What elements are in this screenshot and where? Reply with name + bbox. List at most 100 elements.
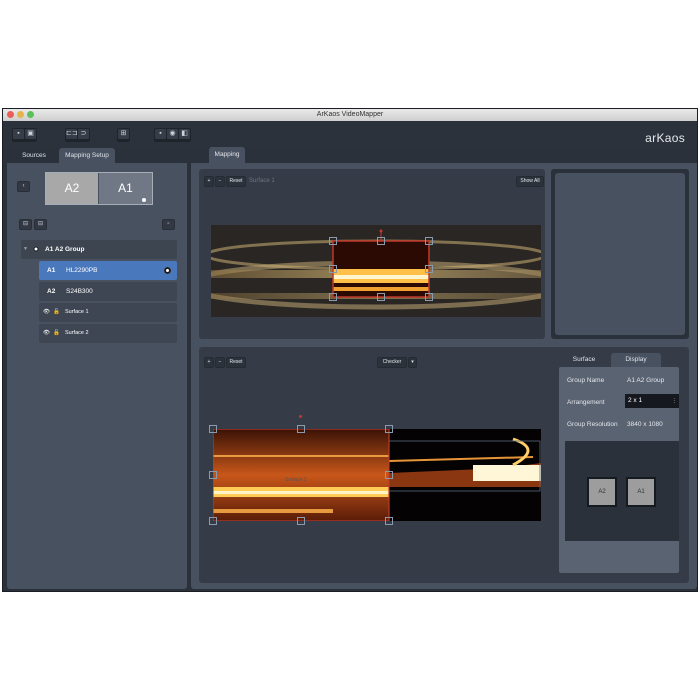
resolution-label: Group Resolution [567,421,618,428]
tree-group-row[interactable]: ▼ A1 A2 Group [21,240,177,259]
preview-display-a2[interactable]: A2 [587,477,617,507]
display-properties: Group Name A1 A2 Group Arrangement 2 x 1… [559,367,679,573]
display-id: A2 [47,288,56,295]
stepper-icon[interactable]: ⋮ [672,394,677,408]
zoom-out-button[interactable]: − [215,357,225,368]
edge-handle[interactable] [377,237,385,245]
zoom-out-button[interactable]: − [215,176,225,187]
edge-handle[interactable] [377,293,385,301]
unlink-icon[interactable]: ⊃ [78,129,89,139]
surface-name-label: Surface 1 [249,178,275,184]
view-preview-icon[interactable]: ◧ [179,129,190,139]
input-pane: + − Reset Surface 1 Show All [199,169,545,339]
toolbar-group-link: ⊏⊐ ⊃ [65,128,90,142]
lock-icon[interactable]: 🔓 [53,324,60,343]
options-icon[interactable]: ▫ [162,219,175,230]
expand-triangle-icon[interactable]: ▼ [23,240,28,259]
window-title: ArKaos VideoMapper [316,111,384,118]
tree-surface-row[interactable]: 👁 🔓 Surface 2 [39,324,177,343]
zoom-in-button[interactable]: + [204,176,214,187]
fit-icon[interactable]: ⊞ [118,129,129,139]
display-name: S24B300 [66,288,93,295]
edge-handle[interactable] [297,425,305,433]
display-id: A1 [47,267,56,274]
back-button[interactable]: ‹ [17,181,30,192]
preview-scrollbar[interactable] [675,441,679,541]
view-camera-icon[interactable]: ◉ [167,129,178,139]
display-a2-tile[interactable]: A2 [46,173,98,204]
selected-dot-icon [164,267,171,274]
corner-handle[interactable] [329,293,337,301]
arrangement-preview: A2 A1 [565,441,679,541]
zoom-in-button[interactable]: + [204,357,214,368]
edge-handle[interactable] [329,265,337,273]
tab-surface[interactable]: Surface [563,353,605,367]
background-dropdown[interactable]: Checker [377,357,407,368]
display-anchor-dot [142,198,146,202]
output-pane: + − Reset Checker ▾ Surface 1 Surface Di… [199,347,689,583]
window-grid-icon[interactable]: ▣ [25,129,36,139]
tab-sources[interactable]: Sources [11,148,57,163]
source-video-image [211,225,541,317]
arrangement-select[interactable]: 2 x 1 ⋮ [625,394,679,408]
corner-handle[interactable] [385,425,393,433]
corner-handle[interactable] [425,237,433,245]
show-all-button[interactable]: Show All [516,176,544,187]
tree-display-row-a1[interactable]: A1 HL2290PB [39,261,177,280]
arrangement-label: Arrangement [567,399,605,406]
source-video-preview[interactable] [211,225,541,317]
add-display-icon[interactable]: ⊟ [19,219,32,230]
surface-label: Surface 2 [65,330,89,336]
group-name-value: A1 A2 Group [627,377,665,384]
edge-handle[interactable] [385,471,393,479]
eye-icon[interactable]: 👁 [43,324,50,343]
main-tabs: Mapping [191,147,697,163]
corner-handle[interactable] [209,425,217,433]
properties-panel: Surface Display Group Name A1 A2 Group A… [555,351,685,579]
lock-icon[interactable]: 🔓 [53,303,60,322]
surface-label: Surface 1 [65,309,89,315]
view-output-icon[interactable]: ▪ [155,129,166,139]
eye-icon[interactable]: 👁 [43,303,50,322]
mapping-area: Mapping + − Reset Surface 1 Show All + −… [191,147,697,589]
tab-mapping[interactable]: Mapping [209,147,245,163]
output-video-image [213,429,541,521]
tab-display[interactable]: Display [611,353,661,367]
source-info-pane [551,169,689,339]
reset-button[interactable]: Reset [226,176,246,187]
add-group-icon[interactable]: ⊟ [34,219,47,230]
group-dot-icon [33,246,39,252]
corner-handle[interactable] [329,237,337,245]
display-name: HL2290PB [66,267,98,274]
reset-button[interactable]: Reset [226,357,246,368]
group-name-label: Group Name [567,377,605,384]
group-label: A1 A2 Group [45,246,85,253]
window-single-icon[interactable]: ▪ [13,129,24,139]
tree-surface-row[interactable]: 👁 🔓 Surface 1 [39,303,177,322]
left-tabs: Sources Mapping Setup [7,147,187,163]
arrangement-value: 2 x 1 [628,397,643,404]
chevron-down-icon[interactable]: ▾ [408,357,417,368]
surface-overlay-label: Surface 1 [285,477,307,483]
edge-handle[interactable] [297,517,305,525]
tree-display-row-a2[interactable]: A2 S24B300 [39,282,177,301]
preview-display-a1[interactable]: A1 [626,477,656,507]
app-window: ArKaos VideoMapper ▪ ▣ ⊏⊐ ⊃ ⊞ ▪ ◉ ◧ arKa… [2,108,698,592]
corner-handle[interactable] [209,517,217,525]
display-arrangement: A2 A1 [45,172,153,205]
edge-handle[interactable] [425,265,433,273]
left-panel: Sources Mapping Setup ‹ A2 A1 ⊟ ⊟ ▫ ▼ A1… [7,147,187,589]
toolbar-group-window: ▪ ▣ [12,128,37,142]
resolution-value: 3840 x 1080 [627,421,663,428]
tab-mapping-setup[interactable]: Mapping Setup [59,148,115,163]
toolbar: ▪ ▣ ⊏⊐ ⊃ ⊞ ▪ ◉ ◧ arKaos [3,121,697,149]
corner-handle[interactable] [385,517,393,525]
source-info-area [555,173,685,335]
toolbar-group-fit: ⊞ [117,128,130,142]
edge-handle[interactable] [209,471,217,479]
rotate-handle[interactable] [299,415,302,418]
corner-handle[interactable] [425,293,433,301]
arkaos-logo: arKaos [645,131,685,145]
link-icon[interactable]: ⊏⊐ [66,129,78,139]
output-video-preview[interactable]: Surface 1 [213,429,541,521]
